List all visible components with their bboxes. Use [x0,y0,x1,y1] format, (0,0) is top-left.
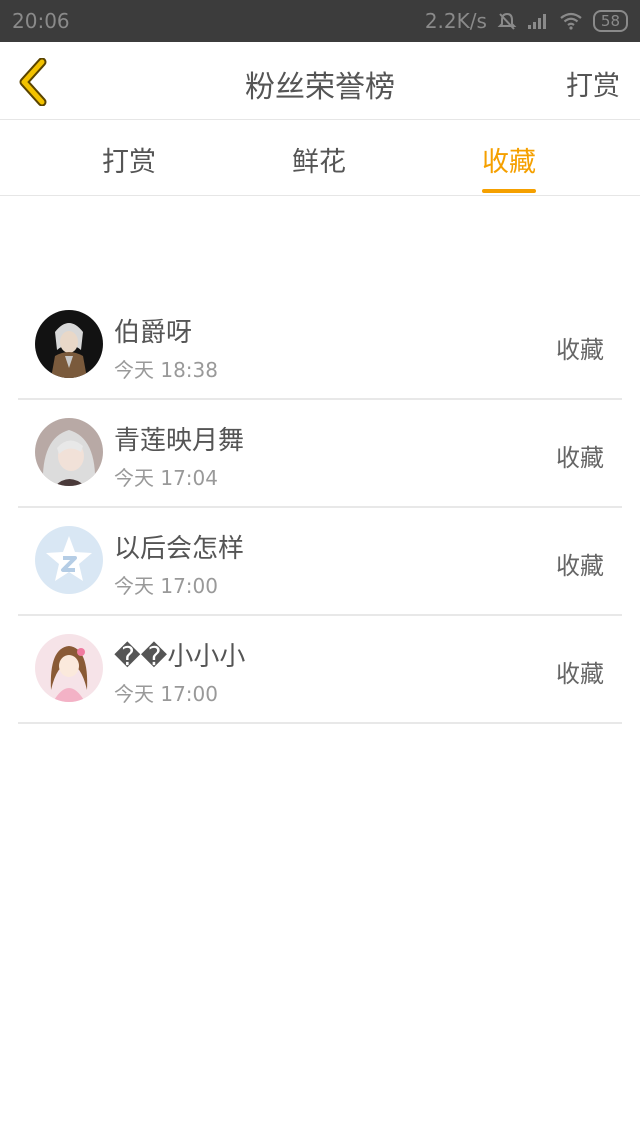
user-name: 伯爵呀 [114,318,193,348]
avatar [35,310,103,378]
fan-record-list: 伯爵呀 今天 18:38 收藏 青莲映月舞 今天 17:04 收藏 以后会怎样 [18,292,622,724]
wifi-icon [559,12,583,30]
user-name: 以后会怎样 [114,534,245,564]
record-action: 收藏 [556,336,604,364]
record-time: 今天 17:00 [114,574,218,598]
tab-favorites-label: 收藏 [482,147,536,178]
record-time: 今天 17:04 [114,466,218,490]
status-indicators: 2.2K/s 58 [425,9,628,33]
user-name: ��小小小 [114,642,246,672]
tab-favorites[interactable]: 收藏 [482,140,536,193]
tab-bar: 打赏 鲜花 收藏 [0,120,640,196]
app-header: 粉丝荣誉榜 打赏 [0,42,640,120]
tab-flowers[interactable]: 鲜花 [292,140,346,179]
list-item[interactable]: 以后会怎样 今天 17:00 收藏 [18,508,622,616]
record-time: 今天 17:00 [114,682,218,706]
list-item[interactable]: 青莲映月舞 今天 17:04 收藏 [18,400,622,508]
record-action: 收藏 [556,660,604,688]
record-action: 收藏 [556,552,604,580]
avatar [35,634,103,702]
avatar [35,418,103,486]
record-time: 今天 18:38 [114,358,218,382]
avatar [35,526,103,594]
list-item[interactable]: ��小小小 今天 17:00 收藏 [18,616,622,724]
tip-button[interactable]: 打赏 [566,64,620,103]
net-speed: 2.2K/s [424,9,487,33]
status-time: 20:06 [12,9,70,33]
page-title: 粉丝荣誉榜 [245,70,395,105]
signal-icon [527,12,549,30]
battery-indicator: 58 [592,10,628,32]
user-name: 青莲映月舞 [114,426,245,456]
status-bar: 20:06 2.2K/s 58 [0,0,640,42]
active-tab-indicator [482,189,536,193]
tab-tip[interactable]: 打赏 [102,140,156,179]
record-action: 收藏 [556,444,604,472]
mute-bell-icon [497,11,517,31]
list-item[interactable]: 伯爵呀 今天 18:38 收藏 [18,292,622,400]
